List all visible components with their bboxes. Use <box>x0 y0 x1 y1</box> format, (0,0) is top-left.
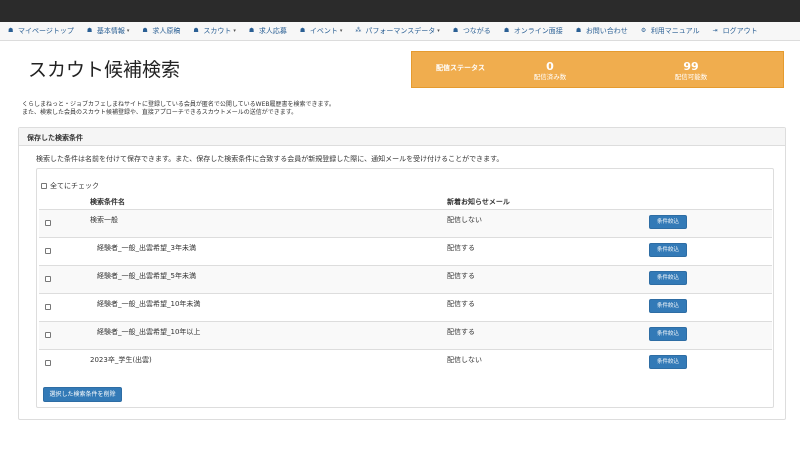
nav-label: オンライン面接 <box>513 27 563 35</box>
top-dark-bar <box>0 0 800 22</box>
nav-label: 利用マニュアル <box>650 27 700 35</box>
table-row: 2023卒_学生(出雲) 配信しない 条件絞込 <box>39 349 772 377</box>
nav-item-events[interactable]: ☗ イベント ▾ <box>300 26 343 36</box>
check-all-label: 全てにチェック <box>50 182 99 190</box>
available-count: 99 <box>683 60 699 73</box>
table-row: 経験者_一般_出雲希望_10年以上 配信する 条件絞込 <box>39 321 772 349</box>
nav-item-job-posting[interactable]: ☗ 求人原稿 <box>142 26 180 36</box>
page-title: スカウト候補検索 <box>28 59 181 81</box>
nav-label: 基本情報 <box>96 27 125 35</box>
nav-label: マイページトップ <box>18 27 74 35</box>
mail-setting: 配信する <box>447 244 475 252</box>
filter-button[interactable]: 条件絞込 <box>649 243 687 257</box>
table-row: 経験者_一般_出雲希望_3年未満 配信する 条件絞込 <box>39 237 772 265</box>
mail-setting: 配信する <box>447 272 475 280</box>
condition-name: 経験者_一般_出雲希望_5年未満 <box>97 272 196 280</box>
panel-heading: 保存した検索条件 <box>19 128 785 146</box>
condition-name: 検索一般 <box>90 216 118 224</box>
nav-label: お問い合わせ <box>585 27 628 35</box>
sent-count-label: 配信済み数 <box>533 73 567 81</box>
mail-setting: 配信する <box>447 300 475 308</box>
chevron-down-icon: ▾ <box>437 28 440 34</box>
column-header-name: 検索条件名 <box>90 198 125 206</box>
chevron-down-icon: ▾ <box>126 28 130 34</box>
description-line-1: くらしまねっと・ジョブカフェしまねサイトに登録している会員が匿名で公開しているW… <box>22 101 335 108</box>
logout-icon: ⇥ <box>712 27 718 34</box>
filter-button[interactable]: 条件絞込 <box>649 355 687 369</box>
table-row: 検索一般 配信しない 条件絞込 <box>39 209 772 237</box>
status-label: 配信ステータス <box>436 64 485 72</box>
home-icon: ☗ <box>86 27 93 34</box>
nav-label: イベント <box>309 27 338 35</box>
chevron-down-icon: ▾ <box>233 28 236 34</box>
saved-conditions-panel: 保存した検索条件 検索した条件は名前を付けて保存できます。また、保存した検索条件… <box>18 127 786 420</box>
condition-name: 2023卒_学生(出雲) <box>90 356 152 364</box>
home-icon: ☗ <box>503 27 510 34</box>
filter-button[interactable]: 条件絞込 <box>649 299 687 313</box>
check-all-checkbox[interactable] <box>41 183 47 189</box>
table-row: 経験者_一般_出雲希望_10年未満 配信する 条件絞込 <box>39 293 772 321</box>
column-header-mail: 新着お知らせメール <box>447 198 510 206</box>
available-count-label: 配信可能数 <box>674 73 708 81</box>
filter-button[interactable]: 条件絞込 <box>649 215 687 229</box>
row-checkbox[interactable] <box>45 360 51 366</box>
mail-setting: 配信する <box>447 328 475 336</box>
gear-icon: ⚙ <box>640 27 647 34</box>
nav-item-applications[interactable]: ☗ 求人応募 <box>249 26 287 36</box>
condition-name: 経験者_一般_出雲希望_10年以上 <box>97 328 201 336</box>
nav-item-basic-info[interactable]: ☗ 基本情報 ▾ <box>87 26 130 36</box>
nav-item-online-interview[interactable]: ☗ オンライン面接 <box>504 26 563 36</box>
nav-item-contact[interactable]: ☗ お問い合わせ <box>576 26 628 36</box>
home-icon: ☗ <box>142 27 148 34</box>
row-checkbox[interactable] <box>45 304 51 310</box>
nav-label: ログアウト <box>722 27 758 35</box>
sitemap-icon: ⁂ <box>355 27 362 34</box>
nav-item-scout[interactable]: ☗ スカウト ▾ <box>193 26 236 36</box>
delivery-status-panel: 配信ステータス 0 配信済み数 99 配信可能数 <box>411 51 784 88</box>
home-icon: ☗ <box>8 27 14 34</box>
nav-label: 求人原稿 <box>152 27 181 35</box>
filter-button[interactable]: 条件絞込 <box>649 327 687 341</box>
table-row: 経験者_一般_出雲希望_5年未満 配信する 条件絞込 <box>39 265 772 293</box>
nav-label: 求人応募 <box>258 27 287 35</box>
nav-label: スカウト <box>203 27 232 35</box>
available-count-stat: 99 配信可能数 <box>651 60 731 82</box>
mail-setting: 配信しない <box>447 216 482 224</box>
home-icon: ☗ <box>248 27 255 34</box>
sent-count-stat: 0 配信済み数 <box>510 60 590 82</box>
row-checkbox[interactable] <box>45 248 51 254</box>
nav-item-connect[interactable]: ☗ つながる <box>453 26 491 36</box>
home-icon: ☗ <box>299 27 306 34</box>
nav-item-performance-data[interactable]: ⁂ パフォーマンスデータ ▾ <box>355 26 439 36</box>
condition-name: 経験者_一般_出雲希望_10年未満 <box>97 300 201 308</box>
row-checkbox[interactable] <box>45 276 51 282</box>
home-icon: ☗ <box>193 27 199 34</box>
nav-label: つながる <box>462 27 491 35</box>
mail-setting: 配信しない <box>447 356 482 364</box>
description-line-2: また、検索した会員のスカウト候補登録や、直接アプローチできるスカウトメールの送信… <box>22 109 298 116</box>
filter-button[interactable]: 条件絞込 <box>649 271 687 285</box>
row-checkbox[interactable] <box>45 220 51 226</box>
nav-item-manual[interactable]: ⚙ 利用マニュアル <box>641 26 700 36</box>
chevron-down-icon: ▾ <box>339 28 343 34</box>
home-icon: ☗ <box>575 27 582 34</box>
nav-item-mypage-top[interactable]: ☗ マイページトップ <box>8 26 74 36</box>
main-navigation: ☗ マイページトップ ☗ 基本情報 ▾ ☗ 求人原稿 ☗ スカウト ▾ ☗ 求人… <box>0 22 800 41</box>
panel-description: 検索した条件は名前を付けて保存できます。また、保存した検索条件に合致する会員が新… <box>36 155 504 163</box>
page-description: くらしまねっと・ジョブカフェしまねサイトに登録している会員が匿名で公開しているW… <box>22 101 522 117</box>
home-icon: ☗ <box>452 27 459 34</box>
check-all[interactable]: 全てにチェック <box>41 181 99 191</box>
delete-selected-button[interactable]: 選択した検索条件を削除 <box>43 387 122 402</box>
sent-count: 0 <box>546 60 554 73</box>
nav-label: パフォーマンスデータ <box>365 27 436 35</box>
conditions-table: 全てにチェック 検索条件名 新着お知らせメール 検索一般 配信しない 条件絞込 … <box>36 168 774 408</box>
condition-name: 経験者_一般_出雲希望_3年未満 <box>97 244 196 252</box>
row-checkbox[interactable] <box>45 332 51 338</box>
nav-item-logout[interactable]: ⇥ ログアウト <box>713 26 758 36</box>
